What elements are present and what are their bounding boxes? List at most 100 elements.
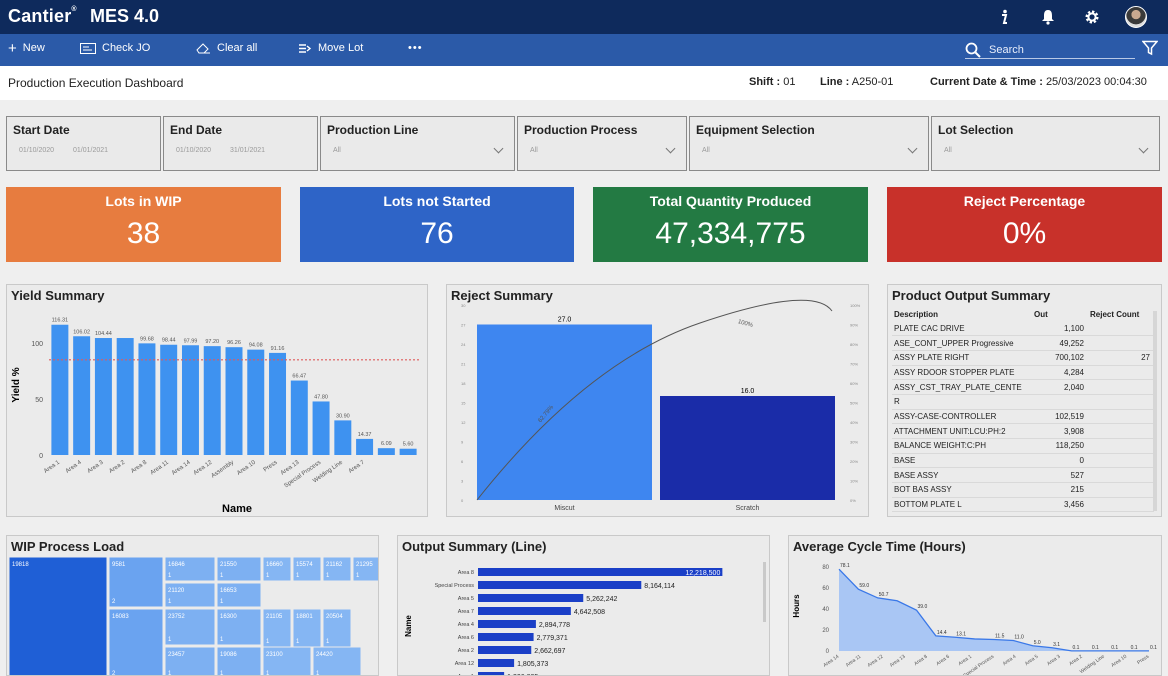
table-row[interactable]: ATTACHMENT UNIT:LCU:PH:2 3,908 <box>892 423 1154 439</box>
data-label: 66.47 <box>292 374 306 380</box>
bar <box>377 448 395 455</box>
page-title: Production Execution Dashboard <box>8 76 184 90</box>
y-tick-label: 80 <box>822 565 829 571</box>
x-tick-label: Area 4 <box>1002 654 1018 667</box>
end-date-from[interactable]: 01/10/2020 <box>176 147 211 154</box>
table-row[interactable]: ASSY_CST_TRAY_PLATE_CENTE 2,040 <box>892 379 1154 395</box>
x-tick-label: Area 8 <box>913 654 929 667</box>
bar <box>94 338 112 455</box>
x-tick-label: Area 1 <box>957 654 973 667</box>
table-row[interactable]: PLATE CAC DRIVE 1,100 <box>892 321 1154 337</box>
data-label: 30.90 <box>336 413 350 419</box>
check-jo-button[interactable]: Check JO <box>80 42 150 54</box>
column-header[interactable]: Out <box>1032 307 1088 321</box>
table-row[interactable]: ASSY-CASE-CONTROLLER 102,519 <box>892 409 1154 425</box>
table-row[interactable]: BASE 0 <box>892 453 1154 469</box>
y-tick-label: 0 <box>461 498 464 503</box>
table-row[interactable]: ASSY PLATE RIGHT 700,102 27 <box>892 350 1154 366</box>
table-cell <box>1088 497 1154 513</box>
start-date-filter[interactable]: Start Date 01/10/2020 01/01/2021 <box>6 116 161 171</box>
table-row[interactable]: ASE_CONT_UPPER Progressive 49,252 <box>892 335 1154 351</box>
end-date-filter[interactable]: End Date 01/10/2020 31/01/2021 <box>163 116 318 171</box>
bell-icon[interactable] <box>1026 5 1070 29</box>
kpi-lots-in-wip[interactable]: Lots in WIP 38 <box>6 187 281 262</box>
table-row[interactable]: BOT BAS ASSY 215 <box>892 482 1154 498</box>
production-process-select[interactable]: Production Process All <box>517 116 687 171</box>
table-row[interactable]: BALANCE WEIGHT:C:PH 118,250 <box>892 438 1154 454</box>
table-cell: BALANCE WEIGHT:C:PH <box>892 438 1032 454</box>
user-avatar[interactable] <box>1114 5 1158 29</box>
new-button[interactable]: + New <box>8 41 45 56</box>
x-tick-label: Area 10 <box>236 459 257 476</box>
table-cell <box>1088 321 1154 337</box>
table-cell: 102,519 <box>1032 409 1088 425</box>
x-tick-label: Area 2 <box>1068 654 1084 667</box>
column-header[interactable]: Description <box>892 307 1032 321</box>
table-cell: ASSY RDOOR STOPPER PLATE <box>892 365 1032 381</box>
bar <box>660 396 835 500</box>
treemap-cell <box>164 582 216 608</box>
table-cell: ATTACHMENT UNIT:LCU:PH:2 <box>892 423 1032 439</box>
search-input[interactable] <box>989 43 1129 56</box>
data-label: 0.1 <box>1111 645 1118 651</box>
y-tick-label: Area 4 <box>458 622 474 628</box>
treemap-label: 9581 <box>112 562 126 568</box>
x-tick-label: Scratch <box>736 505 760 512</box>
start-date-to[interactable]: 01/01/2021 <box>73 147 108 154</box>
data-label: 94.08 <box>249 343 263 349</box>
table-cell: ASSY PLATE RIGHT <box>892 350 1032 366</box>
table-row[interactable]: BOTTOM PLATE L 3,456 <box>892 497 1154 513</box>
data-label: 39.0 <box>918 604 928 610</box>
cycle-time-panel: Average Cycle Time (Hours) Hours 0 20 40 60 8… <box>788 535 1162 676</box>
data-label: 4,642,508 <box>574 609 605 616</box>
table-row[interactable]: ASSY RDOOR STOPPER PLATE 4,284 <box>892 365 1154 381</box>
info-icon[interactable] <box>982 5 1026 29</box>
x-tick-label: Area 11 <box>845 654 863 669</box>
data-label: 5.0 <box>1034 640 1041 646</box>
treemap-label: 16083 <box>112 614 129 620</box>
treemap-label: 23752 <box>168 614 185 620</box>
filter-icon[interactable] <box>1142 40 1158 56</box>
bar <box>399 448 417 455</box>
search-icon[interactable] <box>965 42 981 58</box>
move-lot-button[interactable]: Move Lot <box>298 42 363 54</box>
more-button[interactable]: ••• <box>408 42 423 54</box>
y-tick-label: 40 <box>822 607 829 613</box>
end-date-to[interactable]: 31/01/2021 <box>230 147 265 154</box>
area-fill <box>839 569 1149 651</box>
treemap-label: 21120 <box>168 588 185 594</box>
start-date-from[interactable]: 01/10/2020 <box>19 147 54 154</box>
kpi-reject-percentage[interactable]: Reject Percentage 0% <box>887 187 1162 262</box>
lot-select[interactable]: Lot Selection All <box>931 116 1160 171</box>
y-tick-label: Area 7 <box>458 609 474 615</box>
kpi-total-quantity[interactable]: Total Quantity Produced 47,334,775 <box>593 187 868 262</box>
treemap-cell <box>164 557 216 582</box>
y-tick-label: Area 5 <box>458 596 474 602</box>
x-tick-label: Assembly <box>210 460 235 480</box>
x-tick-label: Area 2 <box>108 459 126 474</box>
treemap-cell <box>9 557 108 675</box>
chevron-down-icon <box>493 143 504 154</box>
data-label: 106.02 <box>73 329 90 335</box>
bar <box>356 438 374 455</box>
y2-tick-label: 100% <box>850 303 861 308</box>
table-row[interactable]: BASE ASSY 527 <box>892 467 1154 484</box>
bar <box>478 633 534 641</box>
data-label: 13.1 <box>956 631 966 637</box>
y2-tick-label: 50% <box>850 401 858 406</box>
cycle-time-chart: Hours 0 20 40 60 80 78.1 59.0 50.7 39.0 14.4 13.1 11… <box>792 563 1157 675</box>
production-line-select[interactable]: Production Line All <box>320 116 515 171</box>
table-cell: ASSY_CST_TRAY_PLATE_CENTE <box>892 379 1032 395</box>
x-tick-label: Area 1 <box>43 459 61 474</box>
kpi-lots-not-started[interactable]: Lots not Started 76 <box>300 187 574 262</box>
table-scrollbar[interactable] <box>1153 311 1157 511</box>
clear-all-button[interactable]: Clear all <box>196 42 257 54</box>
gear-icon[interactable] <box>1070 5 1114 29</box>
equipment-select[interactable]: Equipment Selection All <box>689 116 929 171</box>
table-cell: 3,908 <box>1032 423 1088 439</box>
cycle-time-title: Average Cycle Time (Hours) <box>793 539 966 554</box>
data-label: 2,662,697 <box>534 648 565 655</box>
table-row[interactable]: R <box>892 394 1154 410</box>
column-header[interactable]: Reject Count <box>1088 307 1154 321</box>
table-cell <box>1088 453 1154 469</box>
